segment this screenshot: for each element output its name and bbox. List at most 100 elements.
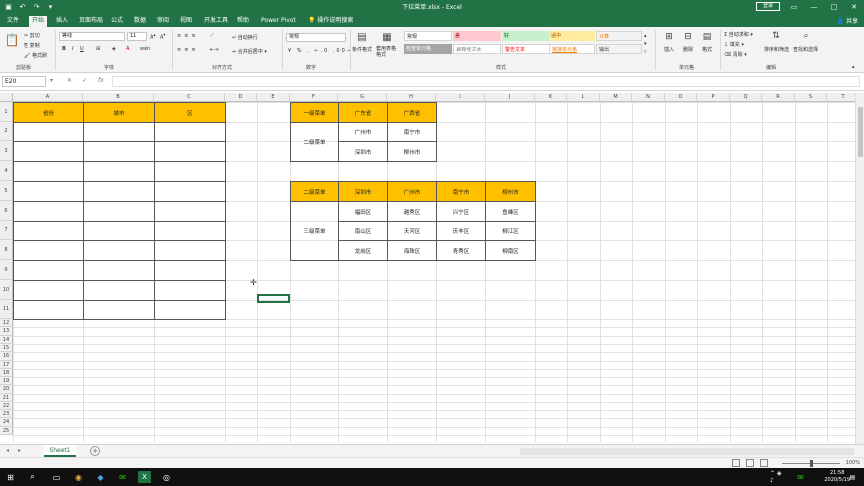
left-table-cell[interactable] (13, 300, 84, 320)
left-table-cell[interactable] (83, 300, 155, 320)
tab-page-layout[interactable]: 页面布局 (76, 16, 106, 27)
select-all-corner[interactable] (0, 93, 13, 102)
maximize-icon[interactable]: □ (824, 0, 844, 14)
sheet-prev-icon[interactable]: ◂ (6, 447, 9, 454)
level2-value-cell[interactable]: 鱼峰区 (485, 201, 536, 222)
phonetic-icon[interactable]: wén (140, 46, 150, 52)
insert-function-icon[interactable]: fx (98, 77, 104, 84)
normal-view-icon[interactable] (732, 459, 740, 467)
tab-view[interactable]: 视图 (177, 16, 195, 27)
left-table-cell[interactable] (154, 240, 226, 261)
find-select-icon[interactable]: ⌕ (800, 30, 812, 42)
level2-menu-label-cell[interactable]: 二级菜单 (290, 122, 339, 162)
left-table-cell[interactable] (13, 161, 84, 182)
login-button[interactable]: 登录 (756, 2, 780, 11)
level2-value-cell[interactable]: 越秀区 (387, 201, 437, 222)
level1-value-cell[interactable]: 广州市 (338, 122, 388, 142)
merge-center-button[interactable]: ⇔ 合并后居中 ▾ (232, 48, 267, 55)
worksheet-grid[interactable]: ABCDEFGHIJKLMNOPQRST 1 2 3 4 5 6 7 8 9 10 11 12 13 14… (0, 93, 855, 444)
styles-scroll-icon[interactable]: ▴ ▾ ▿ (644, 32, 647, 56)
row-header-24[interactable]: 24 (0, 418, 13, 427)
level1-header-cell[interactable]: 广东省 (338, 102, 388, 123)
left-table-cell[interactable] (13, 181, 84, 202)
left-table-cell[interactable] (154, 141, 226, 162)
row-header-17[interactable]: 17 (0, 361, 13, 369)
find-select-label[interactable]: 查找和选择 (793, 46, 818, 53)
enter-formula-icon[interactable]: ✓ (82, 77, 87, 84)
left-table-cell[interactable] (83, 280, 155, 301)
system-tray-icons[interactable]: ⌃ ◈ ♪ (770, 470, 783, 484)
level2-header-cell[interactable]: 广州市 (387, 181, 437, 202)
level1-value-cell[interactable]: 柳州市 (387, 141, 437, 162)
vertical-scrollbar[interactable] (855, 93, 864, 444)
zoom-slider-thumb[interactable] (810, 460, 813, 467)
autosum-button[interactable]: Σ 自动求和 ▾ (724, 31, 753, 38)
level2-header-cell[interactable]: 柳州市 (485, 181, 536, 202)
tab-insert[interactable]: 插入 (53, 16, 71, 27)
sheet-next-icon[interactable]: ▸ (18, 447, 21, 454)
left-table-cell[interactable] (154, 300, 226, 320)
left-table-cell[interactable] (154, 260, 226, 281)
row-header-12[interactable]: 12 (0, 319, 13, 327)
column-header-p[interactable]: P (697, 93, 730, 102)
column-header-l[interactable]: L (567, 93, 600, 102)
zoom-level[interactable]: 100% (846, 460, 860, 466)
row-header-25[interactable]: 25 (0, 427, 13, 435)
style-linked-cell[interactable]: 链接单元格 (549, 44, 595, 54)
copy-button[interactable]: ⎘ 复制 (24, 42, 40, 49)
collapse-ribbon-icon[interactable]: ▴ (852, 64, 855, 70)
share-button[interactable]: 👤 共享 (837, 16, 858, 25)
style-calculation[interactable]: 计算 (596, 31, 642, 41)
windows-start-icon[interactable]: ⊞ (4, 471, 17, 483)
font-shrink-icon[interactable]: A▾ (160, 32, 166, 41)
number-format-select[interactable]: 常规 (286, 33, 346, 42)
minimize-icon[interactable]: — (804, 0, 824, 14)
level2-label-cell[interactable]: 二级菜单 (290, 181, 339, 202)
tray-wechat-icon[interactable]: ✉ (794, 471, 807, 483)
page-break-view-icon[interactable] (760, 459, 768, 467)
left-table-cell[interactable] (154, 221, 226, 241)
left-table-cell[interactable] (154, 122, 226, 142)
number-format-icons[interactable]: ¥ % , ←.0 .00→ (288, 48, 353, 54)
cut-button[interactable]: ✂ 剪切 (24, 32, 40, 39)
left-table-cell[interactable] (13, 141, 84, 162)
tab-review[interactable]: 审阅 (154, 16, 172, 27)
left-table-cell[interactable] (13, 201, 84, 222)
row-header-15[interactable]: 15 (0, 344, 13, 352)
tab-data[interactable]: 数据 (131, 16, 149, 27)
style-neutral[interactable]: 适中 (549, 31, 595, 41)
format-cells-label[interactable]: 格式 (702, 46, 712, 53)
conditional-format-label[interactable]: 条件格式 (352, 46, 372, 53)
level2-value-cell[interactable]: 柳南区 (485, 240, 536, 261)
page-layout-view-icon[interactable] (746, 459, 754, 467)
left-table-cell[interactable] (13, 221, 84, 241)
level2-value-cell[interactable]: 兴宁区 (436, 201, 486, 222)
italic-icon[interactable]: I (72, 46, 73, 52)
ribbon-display-icon[interactable]: ▭ (784, 0, 804, 14)
style-good[interactable]: 好 (502, 31, 550, 41)
bold-icon[interactable]: B (62, 46, 66, 52)
style-bad[interactable]: 差 (453, 31, 501, 41)
formula-input[interactable] (112, 76, 860, 87)
level2-value-cell[interactable]: 天河区 (387, 221, 437, 241)
chrome-icon[interactable]: ◉ (72, 471, 85, 483)
column-header-j[interactable]: J (485, 93, 535, 102)
border-icon[interactable]: ⊞ (96, 46, 100, 52)
row-header-4[interactable]: 4 (0, 161, 13, 181)
underline-icon[interactable]: U (80, 46, 84, 52)
horizontal-scrollbar[interactable] (520, 448, 854, 455)
level2-value-cell[interactable]: 南山区 (338, 221, 388, 241)
level2-header-cell[interactable]: 深圳市 (338, 181, 388, 202)
notification-icon[interactable]: ▤ (846, 471, 859, 483)
sheet-tab-sheet1[interactable]: Sheet1 (44, 445, 76, 457)
column-header-m[interactable]: M (600, 93, 632, 102)
style-explanatory[interactable]: 解释性文本 (453, 44, 501, 54)
excel-taskbar-icon[interactable]: X (138, 471, 151, 483)
left-table-header[interactable]: 区 (154, 102, 226, 123)
sort-filter-icon[interactable]: ⇅ (770, 30, 782, 42)
row-header-22[interactable]: 22 (0, 402, 13, 410)
row-header-3[interactable]: 3 (0, 141, 13, 161)
tell-me-search[interactable]: 💡 操作说明搜索 (305, 16, 356, 27)
column-header-f[interactable]: F (290, 93, 338, 102)
table-format-label[interactable]: 套用表格格式 (376, 46, 400, 58)
